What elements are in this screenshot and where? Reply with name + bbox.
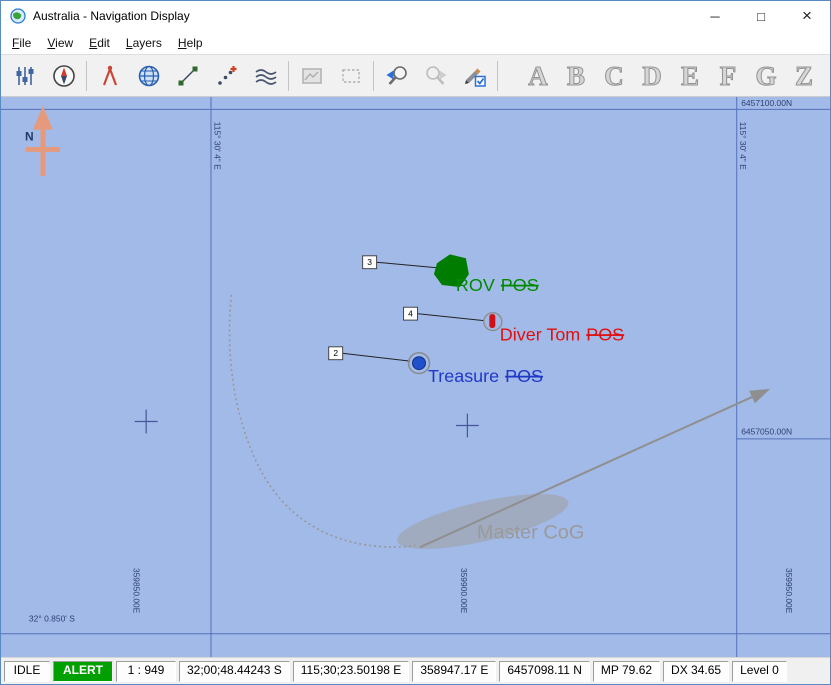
menu-bar: File View Edit Layers Help: [1, 31, 830, 54]
globe-icon: [136, 63, 162, 89]
menu-edit[interactable]: Edit: [81, 33, 118, 53]
status-alert: ALERT: [53, 661, 113, 682]
map-viewport[interactable]: 6457100.00N 6457050.00N 115° 30' 4" E 11…: [1, 97, 830, 657]
add-point-button[interactable]: [207, 59, 246, 93]
status-level: Level 0: [732, 661, 787, 682]
zoom-next-button[interactable]: [416, 59, 455, 93]
treasure-symbol[interactable]: [413, 357, 426, 370]
compass-icon: [51, 63, 77, 89]
status-latitude: 32;00;48.44243 S: [179, 661, 290, 682]
easting-label-left: 359850.00E: [132, 568, 142, 614]
polyline-button[interactable]: [168, 59, 207, 93]
app-globe-icon: [10, 8, 26, 24]
select-area-button[interactable]: [331, 59, 370, 93]
letter-button-z[interactable]: Z: [785, 59, 823, 93]
letter-button-a[interactable]: A: [519, 59, 557, 93]
polyline-icon: [175, 63, 201, 89]
menu-help[interactable]: Help: [170, 33, 211, 53]
northing-label-mid: 6457050.00N: [741, 426, 792, 436]
close-button[interactable]: ×: [784, 1, 830, 31]
status-longitude: 115;30;23.50198 E: [293, 661, 410, 682]
northing-label-top: 6457100.00N: [741, 98, 792, 108]
easting-label-mid: 359900.00E: [459, 568, 469, 614]
status-easting: 358947.17 E: [412, 661, 496, 682]
contours-icon: [253, 63, 279, 89]
zoom-previous-icon: [384, 63, 410, 89]
contours-button[interactable]: [246, 59, 285, 93]
longitude-label-left: 115° 30' 4" E: [212, 122, 222, 170]
menu-layers[interactable]: Layers: [118, 33, 170, 53]
easting-label-right: 359950.00E: [784, 568, 794, 614]
app-window: Australia - Navigation Display ─ □ × Fil…: [0, 0, 831, 685]
image-button[interactable]: [292, 59, 331, 93]
diver-label: Diver TomPOS: [500, 324, 624, 344]
target-tag: 4: [408, 309, 413, 319]
treasure-label: TreasurePOS: [428, 366, 543, 386]
minimize-button[interactable]: ─: [692, 1, 738, 31]
status-mode: IDLE: [4, 661, 50, 682]
latitude-label: 32° 0.850' S: [29, 613, 75, 623]
toolbar-separator: [288, 61, 289, 91]
diver-symbol[interactable]: [489, 314, 495, 328]
status-scale: 1 : 949: [116, 661, 176, 682]
north-letter: N: [25, 130, 34, 144]
title-bar: Australia - Navigation Display ─ □ ×: [1, 1, 830, 31]
edit-validate-button[interactable]: [455, 59, 494, 93]
sea-background: [1, 97, 830, 657]
menu-file[interactable]: File: [4, 33, 39, 53]
master-cog-label: Master CoG: [477, 521, 584, 543]
target-tag: 3: [367, 257, 372, 267]
divider-tool-icon: [97, 63, 123, 89]
longitude-label-right: 115° 30' 4" E: [738, 122, 748, 170]
window-controls: ─ □ ×: [692, 1, 830, 31]
target-tag: 2: [333, 348, 338, 358]
letter-button-c[interactable]: C: [595, 59, 633, 93]
letter-button-e[interactable]: E: [671, 59, 709, 93]
compass-button[interactable]: [44, 59, 83, 93]
maximize-button[interactable]: □: [738, 1, 784, 31]
zoom-next-icon: [423, 63, 449, 89]
toolbar-separator: [373, 61, 374, 91]
status-northing: 6457098.11 N: [499, 661, 590, 682]
toolbar-separator: [497, 61, 498, 91]
zoom-previous-button[interactable]: [377, 59, 416, 93]
display-settings-button[interactable]: [5, 59, 44, 93]
letter-button-f[interactable]: F: [709, 59, 747, 93]
letter-button-b[interactable]: B: [557, 59, 595, 93]
status-mp: MP 79.62: [593, 661, 660, 682]
image-icon: [299, 63, 325, 89]
toolbar: A B C D E F G Z: [1, 54, 830, 97]
layer-letter-buttons: A B C D E F G Z: [519, 59, 823, 93]
edit-validate-icon: [462, 63, 488, 89]
select-area-icon: [338, 63, 364, 89]
add-point-icon: [214, 63, 240, 89]
status-dx: DX 34.65: [663, 661, 729, 682]
window-title: Australia - Navigation Display: [33, 9, 190, 23]
globe-button[interactable]: [129, 59, 168, 93]
menu-view[interactable]: View: [39, 33, 81, 53]
toolbar-separator: [86, 61, 87, 91]
status-bar: IDLE ALERT 1 : 949 32;00;48.44243 S 115;…: [1, 657, 830, 684]
letter-button-g[interactable]: G: [747, 59, 785, 93]
display-settings-icon: [12, 63, 38, 89]
divider-tool-button[interactable]: [90, 59, 129, 93]
letter-button-d[interactable]: D: [633, 59, 671, 93]
